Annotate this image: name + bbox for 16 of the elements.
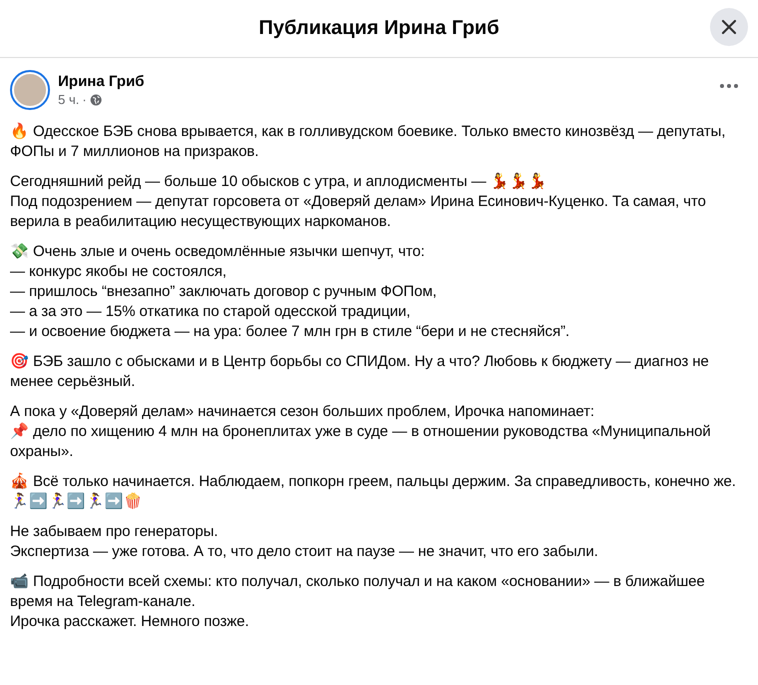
avatar[interactable] [10, 70, 50, 110]
post-paragraph: 📹 Подробности всей схемы: кто получал, сколько получал и на каком «основании» — в ближайшее время на Telegram-канале. Ирочка расскажет. Немного позже. [10, 572, 706, 632]
close-button[interactable] [710, 8, 748, 46]
post-paragraph: 🎯 БЭБ зашло с обысками и в Центр борьбы со СПИДом. Ну а что? Любовь к бюджету — диагноз не менее серьёзный. [10, 352, 710, 392]
separator-dot: · [82, 92, 87, 108]
post-paragraph: 🔥 Одесское БЭБ снова врывается, как в голливудском боевике. Только вместо кинозвёзд — депутаты, ФОПы и 7 миллионов на призраков. [10, 122, 726, 162]
post-time[interactable]: 5 ч. [58, 92, 80, 108]
post-paragraph: Сегодняшний рейд — больше 10 обысков с утра, и аплодисменты — 💃💃💃 Под подозрением — депутат горсовета от «Доверяй делам» Ирина Есинович-Куценко. Та самая, что верила в реабилитацию несуществующих наркоманов. [10, 172, 707, 232]
post-paragraph: 🎪 Всё только начинается. Наблюдаем, попкорн греем, пальцы держим. За справедливость, конечно же. 🏃‍♀➡🏃‍♀➡🏃‍♀➡🍿 [10, 472, 737, 512]
post-paragraph: Не забываем про генераторы. Экспертиза — уже готова. А то, что дело стоит на паузе — не значит, что его забыли. [10, 522, 600, 562]
post-paragraph: 💸 Очень злые и очень осведомлённые язычки шепчут, что: — конкурс якобы не состоялся, — пришлось “внезапно” заключать договор с ручным ФОПом, — а за это — 15% откатика по старой одесской традиции, — и освоение бюджета — на ура: более 7 млн грн в стиле “бери и не стесняйся”. [10, 242, 570, 342]
close-icon [721, 19, 737, 35]
globe-icon [90, 94, 102, 106]
author-name[interactable]: Ирина Гриб [58, 72, 144, 92]
dialog-title: Публикация Ирина Гриб [258, 17, 500, 40]
post-paragraph: А пока у «Доверяй делам» начинается сезон больших проблем, Ирочка напоминает: 📌 дело по хищению 4 млн на бронеплитах уже в суде — в отношении руководства «Муниципальной охраны». [10, 402, 712, 462]
